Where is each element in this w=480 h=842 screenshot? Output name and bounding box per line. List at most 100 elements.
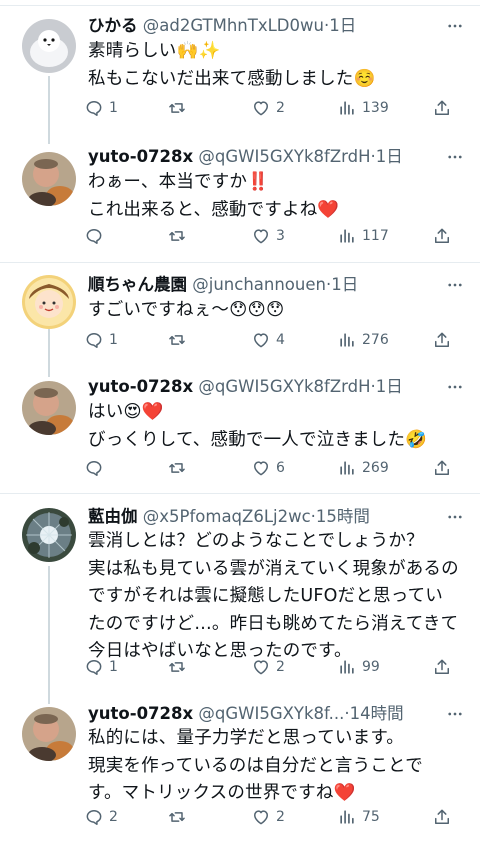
- views-button[interactable]: 117: [337, 223, 389, 249]
- share-button[interactable]: [432, 654, 452, 680]
- heart-icon: [254, 660, 268, 675]
- reply-button[interactable]: 1: [84, 654, 118, 680]
- post-line: 私的には、量子力学だと思っています。: [88, 728, 404, 748]
- avatar[interactable]: [22, 275, 76, 329]
- share-button[interactable]: [432, 327, 452, 353]
- share-button[interactable]: [432, 455, 452, 481]
- timestamp[interactable]: 1日: [376, 377, 403, 396]
- reply-button[interactable]: [84, 455, 109, 481]
- avatar[interactable]: [22, 152, 76, 206]
- views-button[interactable]: 75: [337, 804, 380, 830]
- retweet-button[interactable]: [167, 654, 192, 680]
- post-header: yuto-0728x @qGWI5GXYk8fZrdH·1日: [88, 145, 440, 169]
- display-name[interactable]: yuto-0728x: [88, 147, 193, 166]
- more-icon[interactable]: [444, 505, 466, 529]
- reply-icon: [86, 660, 102, 675]
- more-icon[interactable]: [444, 702, 466, 726]
- retweet-button[interactable]: [167, 804, 192, 830]
- views-icon: [340, 101, 354, 115]
- views-button[interactable]: 276: [337, 327, 389, 353]
- post-line: たのですけど…。昨日も眺めてたら消えてきて: [88, 613, 459, 634]
- user-handle[interactable]: @qGWI5GXYk8fZrdH: [198, 147, 370, 166]
- retweet-button[interactable]: [167, 327, 192, 353]
- reply-icon: [86, 810, 102, 825]
- user-handle[interactable]: @ad2GTMhnTxLD0wu: [143, 16, 324, 35]
- post-header: yuto-0728x @qGWI5GXYk8fZrdH·1日: [88, 375, 440, 399]
- avatar[interactable]: [22, 707, 76, 761]
- heart-icon: [254, 461, 268, 476]
- heart-icon: [254, 229, 268, 244]
- timestamp[interactable]: 14時間: [350, 704, 404, 723]
- thread-line: [48, 76, 50, 144]
- view-count: 75: [362, 809, 380, 825]
- views-button[interactable]: 139: [337, 95, 389, 121]
- share-icon: [435, 659, 449, 674]
- reply-icon: [86, 333, 102, 348]
- more-icon[interactable]: [444, 375, 466, 399]
- views-icon: [340, 333, 354, 347]
- post-text: わぁー、本当ですか‼️ これ出来ると、感動ですよね❤️: [88, 169, 462, 224]
- post-line: びっくりして、感動で一人で泣きました🤣: [88, 429, 428, 450]
- like-button[interactable]: 2: [251, 95, 285, 121]
- display-name[interactable]: yuto-0728x: [88, 377, 193, 396]
- like-button[interactable]: 6: [251, 455, 285, 481]
- avatar[interactable]: [22, 381, 76, 435]
- display-name[interactable]: ひかる: [88, 16, 138, 35]
- reply-count: 1: [109, 332, 118, 348]
- like-button[interactable]: 2: [251, 654, 285, 680]
- display-name[interactable]: 藍由伽: [88, 507, 138, 526]
- user-handle[interactable]: @qGWI5GXYk8f...: [198, 704, 344, 723]
- reply-icon: [86, 101, 102, 116]
- display-name[interactable]: yuto-0728x: [88, 704, 193, 723]
- separator: [0, 5, 480, 6]
- post-header: 順ちゃん農園 @junchannouen·1日: [88, 273, 440, 297]
- timestamp[interactable]: 1日: [329, 16, 356, 35]
- share-icon: [435, 460, 449, 475]
- user-handle[interactable]: @qGWI5GXYk8fZrdH: [198, 377, 370, 396]
- reply-button[interactable]: 1: [84, 327, 118, 353]
- timestamp[interactable]: 1日: [331, 275, 358, 294]
- like-button[interactable]: 2: [251, 804, 285, 830]
- action-bar: 1 2 99: [84, 654, 462, 680]
- view-count: 139: [362, 100, 389, 116]
- views-button[interactable]: 269: [337, 455, 389, 481]
- post-text: 雲消しとは？どのようなことでしょうか？ 実は私も見ている雲が消えていく現象がある…: [88, 528, 462, 666]
- reply-button[interactable]: [84, 223, 109, 249]
- user-handle[interactable]: @junchannouen: [192, 275, 326, 294]
- share-button[interactable]: [432, 804, 452, 830]
- avatar[interactable]: [22, 508, 76, 562]
- post-text: 私的には、量子力学だと思っています。 現実を作っているのは自分だと言うことで す…: [88, 725, 462, 808]
- timestamp[interactable]: 15時間: [316, 507, 370, 526]
- retweet-button[interactable]: [167, 223, 192, 249]
- like-count: 2: [276, 809, 285, 825]
- display-name[interactable]: 順ちゃん農園: [88, 275, 187, 294]
- retweet-button[interactable]: [167, 95, 192, 121]
- post-line: 雲消しとは？どのようなことでしょうか？: [88, 531, 424, 551]
- reply-button[interactable]: 1: [84, 95, 118, 121]
- action-bar: 1 2 139: [84, 95, 462, 121]
- share-icon: [435, 809, 449, 824]
- share-button[interactable]: [432, 223, 452, 249]
- views-icon: [340, 229, 354, 243]
- action-bar: 1 4 276: [84, 327, 462, 353]
- share-button[interactable]: [432, 95, 452, 121]
- like-button[interactable]: 3: [251, 223, 285, 249]
- more-icon[interactable]: [444, 14, 466, 38]
- post-line: これ出来ると、感動ですよね❤️: [88, 199, 340, 220]
- timestamp[interactable]: 1日: [376, 147, 403, 166]
- more-icon[interactable]: [444, 145, 466, 169]
- reply-count: 1: [109, 659, 118, 675]
- post-line: 実は私も見ている雲が消えていく現象があるの: [88, 558, 459, 579]
- avatar[interactable]: [22, 19, 76, 73]
- thread-line: [48, 566, 50, 704]
- user-handle[interactable]: @x5PfomaqZ6Lj2wc: [143, 507, 311, 526]
- retweet-button[interactable]: [167, 455, 192, 481]
- like-button[interactable]: 4: [251, 327, 285, 353]
- like-count: 2: [276, 659, 285, 675]
- retweet-icon: [169, 463, 185, 473]
- post-text: 素晴らしい🙌✨ 私もこないだ出来て感動しました☺️: [88, 38, 462, 93]
- post-line: 現実を作っているのは自分だと言うことで: [88, 755, 423, 776]
- more-icon[interactable]: [444, 273, 466, 297]
- views-button[interactable]: 99: [337, 654, 380, 680]
- reply-button[interactable]: 2: [84, 804, 118, 830]
